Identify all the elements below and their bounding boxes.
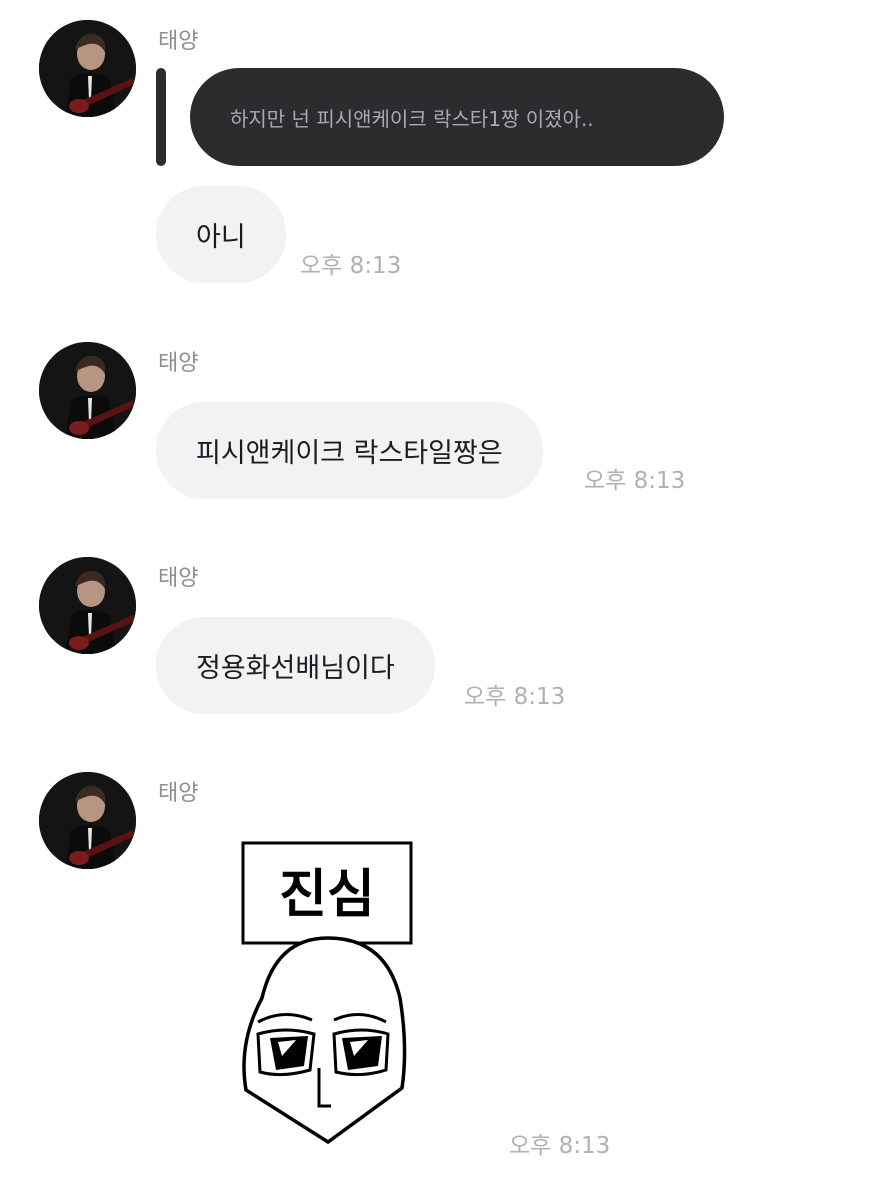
reply-quote-bar — [156, 68, 166, 166]
sender-name: 태양 — [158, 781, 199, 806]
sender-name: 태양 — [158, 566, 199, 591]
avatar[interactable] — [39, 557, 136, 654]
message-timestamp: 오후 8:13 — [464, 684, 566, 710]
message-bubble[interactable]: 피시앤케이크 락스타일짱은 — [156, 402, 543, 499]
sender-name: 태양 — [158, 29, 199, 54]
message-bubble[interactable]: 아니 — [156, 186, 286, 283]
avatar[interactable] — [39, 20, 136, 117]
message-timestamp: 오후 8:13 — [584, 468, 686, 494]
message-text: 아니 — [196, 222, 246, 253]
sincere-face-sticker[interactable]: 진심 — [236, 838, 426, 1152]
reply-quote-bubble[interactable]: 하지만 넌 피시앤케이크 락스타1짱 이졌아.. — [190, 68, 724, 166]
sender-name: 태양 — [158, 351, 199, 376]
message-timestamp: 오후 8:13 — [300, 253, 402, 279]
reply-quote-text: 하지만 넌 피시앤케이크 락스타1짱 이졌아.. — [230, 106, 594, 131]
message-bubble[interactable]: 정용화선배님이다 — [156, 617, 435, 714]
avatar[interactable] — [39, 772, 136, 869]
message-timestamp: 오후 8:13 — [509, 1133, 611, 1159]
sticker-sign-text: 진심 — [279, 865, 375, 925]
message-text: 피시앤케이크 락스타일짱은 — [196, 438, 503, 469]
message-text: 정용화선배님이다 — [196, 653, 395, 684]
avatar[interactable] — [39, 342, 136, 439]
